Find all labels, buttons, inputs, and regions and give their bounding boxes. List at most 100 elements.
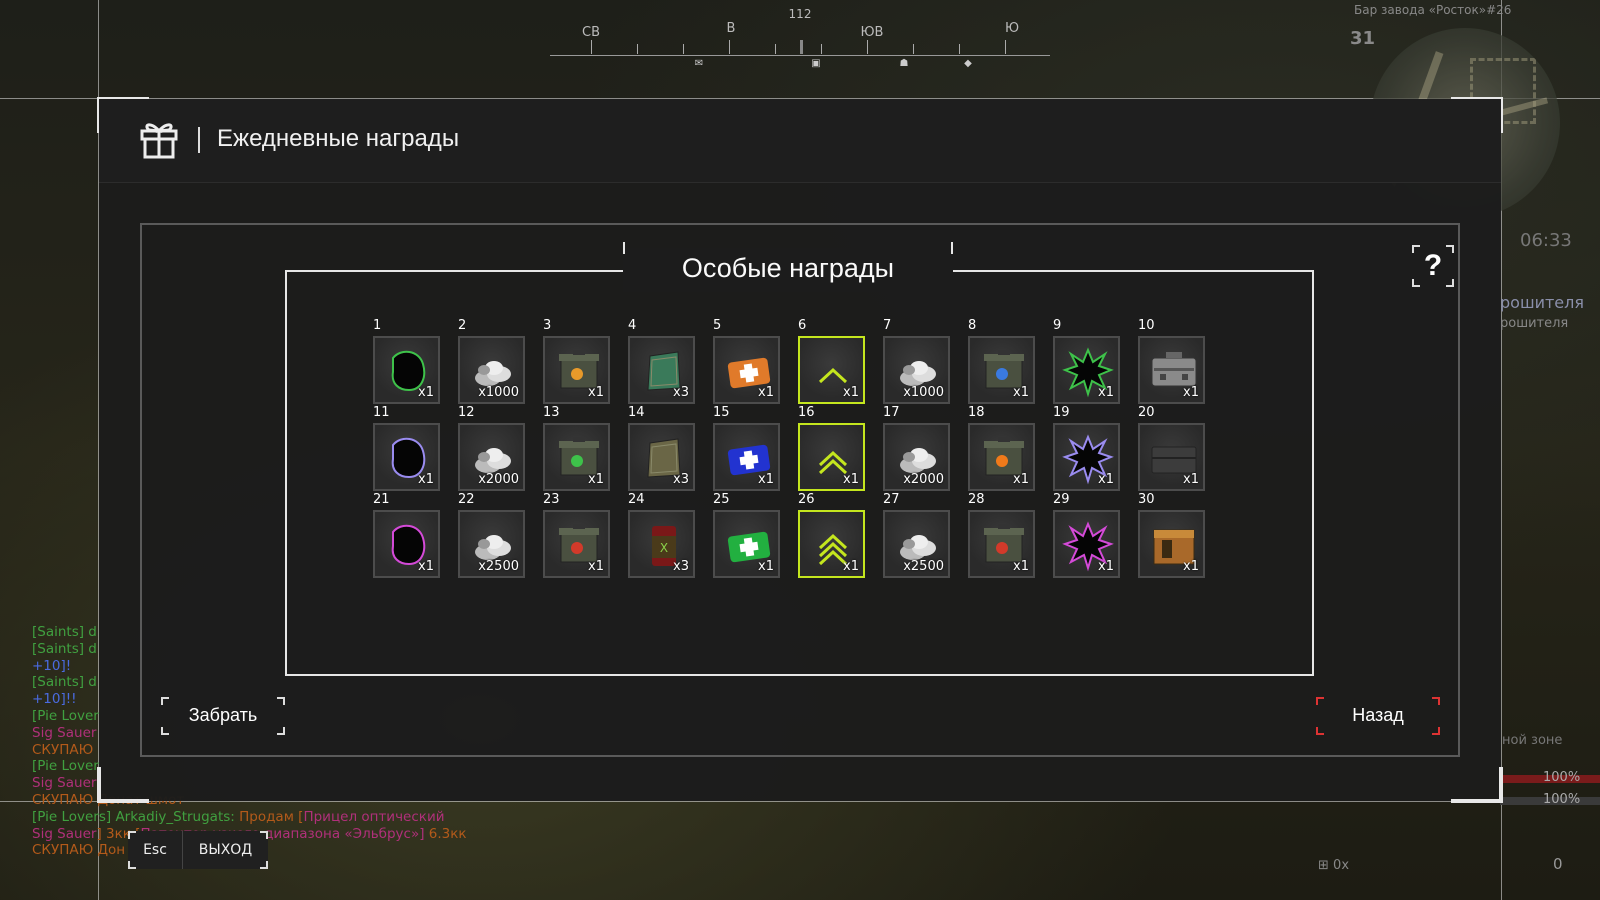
- reward-slot[interactable]: x1: [543, 423, 610, 491]
- esc-bar: Esc ВЫХОД: [128, 831, 268, 869]
- reward-day-9[interactable]: 9 x1: [1053, 318, 1122, 408]
- reward-day-1[interactable]: 1 x1: [373, 318, 442, 408]
- chat-item-link[interactable]: Прицел оптический: [303, 809, 444, 825]
- reward-day-18[interactable]: 18 x1: [968, 405, 1037, 495]
- reward-slot[interactable]: x1: [373, 336, 440, 404]
- reward-day-20[interactable]: 20 x1: [1138, 405, 1207, 495]
- reward-day-11[interactable]: 11 x1: [373, 405, 442, 495]
- reward-slot[interactable]: x1: [1138, 423, 1205, 491]
- reward-day-23[interactable]: 23 x1: [543, 492, 612, 582]
- reward-day-number: 22: [458, 492, 475, 507]
- reward-day-17[interactable]: 17 x2000: [883, 405, 952, 495]
- reward-day-21[interactable]: 21 x1: [373, 492, 442, 582]
- reward-quantity: x1: [1013, 559, 1029, 574]
- reward-day-15[interactable]: 15 x1: [713, 405, 782, 495]
- reward-day-7[interactable]: 7 x1000: [883, 318, 952, 408]
- reward-day-3[interactable]: 3 x1: [543, 318, 612, 408]
- chat-author: +10: [32, 657, 61, 674]
- reward-slot[interactable]: x1: [968, 423, 1035, 491]
- header-separator: [198, 127, 200, 153]
- reward-slot[interactable]: x1: [543, 510, 610, 578]
- quest-tracker-line: рошителя: [1500, 316, 1569, 331]
- reward-slot[interactable]: x3: [628, 336, 695, 404]
- reward-slot[interactable]: x1: [1138, 510, 1205, 578]
- reward-day-number: 20: [1138, 405, 1155, 420]
- claim-button[interactable]: Забрать: [161, 697, 285, 735]
- reward-day-5[interactable]: 5 x1: [713, 318, 782, 408]
- reward-slot[interactable]: x1: [798, 336, 865, 404]
- compass-center-marker: [800, 40, 803, 54]
- reward-day-number: 14: [628, 405, 645, 420]
- reward-day-12[interactable]: 12 x2000: [458, 405, 527, 495]
- reward-slot[interactable]: x1: [1138, 336, 1205, 404]
- reward-day-6[interactable]: 6 x1: [798, 318, 867, 408]
- plus-icon: ⊞: [1318, 858, 1329, 873]
- reward-slot[interactable]: x1: [713, 510, 780, 578]
- reward-day-30[interactable]: 30 x1: [1138, 492, 1207, 582]
- reward-slot[interactable]: x3: [628, 423, 695, 491]
- reward-quantity: x1: [418, 385, 434, 400]
- chat-text: ]!!: [60, 691, 77, 708]
- reward-day-27[interactable]: 27 x2500: [883, 492, 952, 582]
- reward-slot[interactable]: x1: [968, 510, 1035, 578]
- reward-slot[interactable]: x1: [968, 336, 1035, 404]
- window-title: Ежедневные награды: [217, 125, 460, 152]
- reward-slot[interactable]: x2000: [458, 423, 525, 491]
- reward-day-13[interactable]: 13 x1: [543, 405, 612, 495]
- reward-slot[interactable]: x1: [798, 423, 865, 491]
- reward-day-8[interactable]: 8 x1: [968, 318, 1037, 408]
- reward-slot[interactable]: Xx3: [628, 510, 695, 578]
- reward-slot[interactable]: x1: [1053, 510, 1120, 578]
- reward-day-24[interactable]: 24 Xx3: [628, 492, 697, 582]
- reward-day-14[interactable]: 14 x3: [628, 405, 697, 495]
- compass-tick: [729, 40, 730, 54]
- chat-author: [Pie Lover: [32, 758, 99, 775]
- compass-label-se: ЮВ: [860, 25, 884, 40]
- chat-author: Sig Sauer: [32, 724, 97, 741]
- reward-day-number: 29: [1053, 492, 1070, 507]
- reward-slot[interactable]: x1: [1053, 336, 1120, 404]
- reward-slot[interactable]: x1000: [883, 336, 950, 404]
- reward-slot[interactable]: x1: [543, 336, 610, 404]
- shop-icon: ▣: [811, 58, 821, 69]
- counter-x-value: 0х: [1333, 858, 1350, 873]
- reward-quantity: x3: [673, 385, 689, 400]
- reward-slot[interactable]: x2000: [883, 423, 950, 491]
- back-button[interactable]: Назад: [1316, 697, 1440, 735]
- reward-day-10[interactable]: 10 x1: [1138, 318, 1207, 408]
- reward-day-4[interactable]: 4 x3: [628, 318, 697, 408]
- reward-quantity: x1: [418, 472, 434, 487]
- reward-day-number: 12: [458, 405, 475, 420]
- reward-day-number: 27: [883, 492, 900, 507]
- reward-day-25[interactable]: 25 x1: [713, 492, 782, 582]
- player-level: 31: [1350, 28, 1376, 49]
- reward-slot[interactable]: x1000: [458, 336, 525, 404]
- reward-day-28[interactable]: 28 x1: [968, 492, 1037, 582]
- chat-line: [Pie Lovers] Arkadiy_Strugats: Продам [П…: [32, 809, 492, 826]
- reward-quantity: x1: [843, 559, 859, 574]
- reward-day-2[interactable]: 2 x1000: [458, 318, 527, 408]
- reward-day-22[interactable]: 22 x2500: [458, 492, 527, 582]
- back-button-label: Назад: [1352, 705, 1404, 725]
- reward-day-16[interactable]: 16 x1: [798, 405, 867, 495]
- exit-button[interactable]: ВЫХОД: [183, 831, 268, 869]
- reward-day-number: 18: [968, 405, 985, 420]
- reward-slot[interactable]: x1: [713, 336, 780, 404]
- reward-day-19[interactable]: 19 x1: [1053, 405, 1122, 495]
- zone-name: Бар завода «Росток»#26: [1354, 3, 1512, 17]
- help-button[interactable]: ?: [1412, 245, 1454, 287]
- reward-slot[interactable]: x1: [798, 510, 865, 578]
- reward-slot[interactable]: x1: [373, 510, 440, 578]
- reward-day-number: 7: [883, 318, 892, 333]
- reward-slot[interactable]: x1: [373, 423, 440, 491]
- compass-tick: [683, 44, 684, 54]
- reward-slot[interactable]: x2500: [883, 510, 950, 578]
- reward-day-26[interactable]: 26 x1: [798, 492, 867, 582]
- bracket: [161, 727, 169, 735]
- reward-day-number: 25: [713, 492, 730, 507]
- reward-day-29[interactable]: 29 x1: [1053, 492, 1122, 582]
- reward-slot[interactable]: x2500: [458, 510, 525, 578]
- reward-slot[interactable]: x1: [713, 423, 780, 491]
- zone-status-text: ной зоне: [1502, 733, 1563, 748]
- reward-slot[interactable]: x1: [1053, 423, 1120, 491]
